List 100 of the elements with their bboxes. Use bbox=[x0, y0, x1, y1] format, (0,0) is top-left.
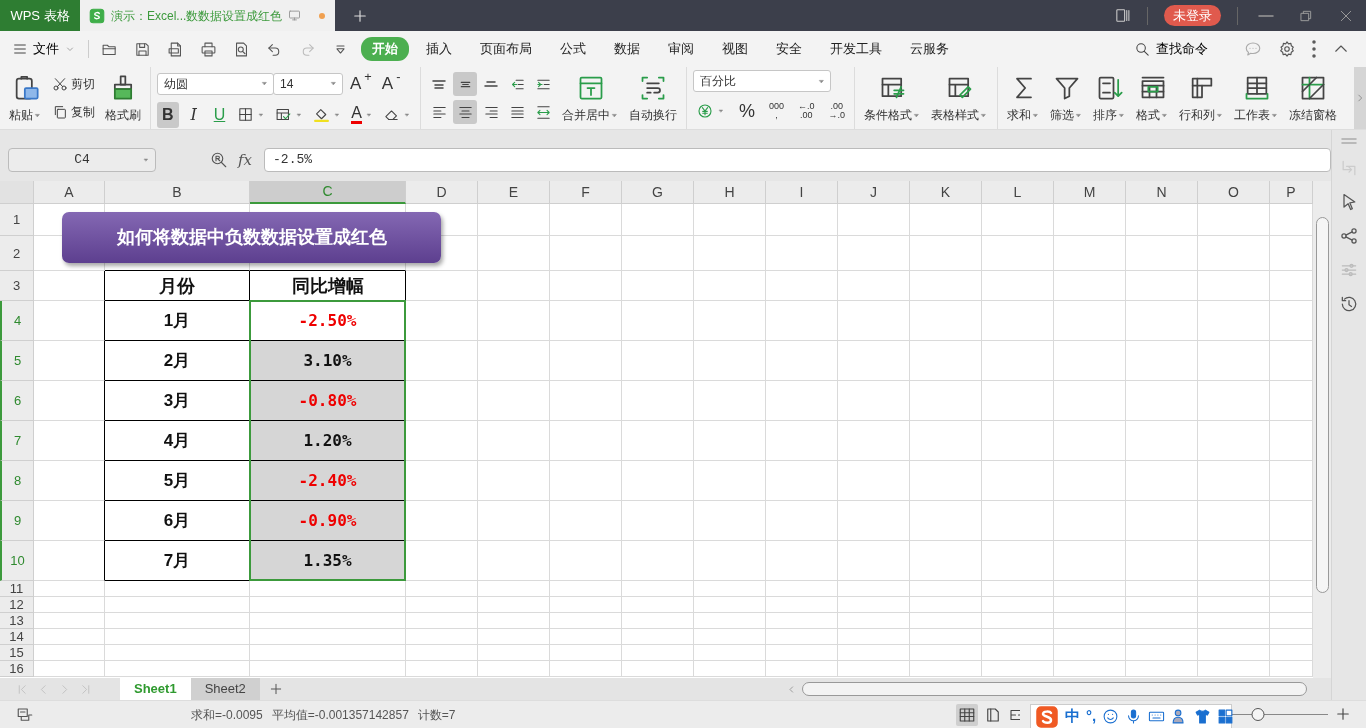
column-header[interactable]: D bbox=[406, 181, 478, 204]
rowscols-button[interactable]: 行和列 bbox=[1176, 70, 1228, 126]
table-cell: 5月 bbox=[105, 461, 250, 501]
row-header[interactable]: 9 bbox=[0, 501, 34, 541]
bold-button[interactable]: B bbox=[157, 101, 179, 128]
column-header[interactable]: M bbox=[1054, 181, 1126, 204]
grow-font-button[interactable]: A$^{+}$ bbox=[347, 70, 375, 98]
formula-field[interactable]: -2.5% bbox=[264, 148, 1331, 172]
column-header[interactable]: H bbox=[694, 181, 766, 204]
percent-button[interactable]: % bbox=[736, 96, 758, 126]
tablet-mode-button[interactable] bbox=[1114, 7, 1131, 24]
row-header[interactable]: 3 bbox=[0, 271, 34, 301]
copy-button[interactable]: 复制 bbox=[49, 102, 98, 122]
column-header[interactable]: L bbox=[982, 181, 1054, 204]
name-box[interactable]: C4 bbox=[8, 148, 156, 172]
font-name-select[interactable]: 幼圆 bbox=[157, 72, 274, 95]
column-header[interactable]: J bbox=[838, 181, 910, 204]
number-format-select[interactable]: 百分比 bbox=[693, 70, 831, 93]
history-button[interactable] bbox=[1339, 294, 1359, 314]
status-menu-button[interactable] bbox=[16, 705, 34, 724]
ribbon-tab[interactable]: 数据 bbox=[603, 37, 651, 61]
ribbon-tab[interactable]: 视图 bbox=[711, 37, 759, 61]
row-header[interactable]: 6 bbox=[0, 381, 34, 421]
ribbon-tab[interactable]: 安全 bbox=[765, 37, 813, 61]
sheet-tab[interactable]: Sheet2 bbox=[190, 678, 260, 700]
row-header[interactable]: 16 bbox=[0, 661, 34, 677]
painter-button[interactable]: 格式刷 bbox=[102, 70, 144, 126]
print-button[interactable] bbox=[200, 40, 217, 58]
share-button[interactable] bbox=[1339, 226, 1359, 246]
sum-button[interactable]: 求和 bbox=[1004, 70, 1044, 126]
input-mode-toggle[interactable]: 中 bbox=[1065, 705, 1080, 728]
filter-button[interactable]: 筛选 bbox=[1047, 70, 1087, 126]
column-header[interactable]: I bbox=[766, 181, 838, 204]
function-button[interactable]: fx bbox=[238, 148, 253, 172]
ribbon-tab[interactable]: 云服务 bbox=[899, 37, 960, 61]
row-header[interactable]: 2 bbox=[0, 236, 34, 271]
sheet-button[interactable]: 工作表 bbox=[1231, 70, 1283, 126]
tablestyle-button[interactable]: 表格样式 bbox=[928, 70, 992, 126]
number-format-button[interactable]: ←.0 .00 bbox=[795, 101, 818, 122]
column-header[interactable]: P bbox=[1270, 181, 1313, 204]
normal-view-button[interactable] bbox=[956, 703, 978, 726]
ribbon-tab[interactable]: 开发工具 bbox=[819, 37, 893, 61]
row-header[interactable]: 12 bbox=[0, 597, 34, 613]
column-header[interactable]: B bbox=[105, 181, 250, 204]
alignment-button[interactable] bbox=[453, 72, 477, 96]
number-format-button[interactable]: 000 , bbox=[766, 101, 788, 122]
italic-button[interactable]: I bbox=[182, 101, 205, 128]
row-header[interactable]: 7 bbox=[0, 421, 34, 461]
row-header[interactable]: 5 bbox=[0, 341, 34, 381]
format-button[interactable]: 格式 bbox=[1133, 70, 1173, 126]
column-header[interactable]: K bbox=[910, 181, 982, 204]
conditional-button[interactable]: 条件格式 bbox=[861, 70, 925, 126]
slider-thumb[interactable] bbox=[1251, 708, 1265, 721]
column-header[interactable]: G bbox=[622, 181, 694, 204]
row-header[interactable]: 8 bbox=[0, 461, 34, 501]
ribbon-tab[interactable]: 审阅 bbox=[657, 37, 705, 61]
merge-button[interactable]: 合并居中 bbox=[559, 70, 622, 126]
status-statistic: 求和=-0.0095 bbox=[191, 706, 263, 724]
shrink-font-button[interactable]: A$^{-}$ bbox=[378, 70, 404, 98]
find-command-button[interactable]: 查找命令 bbox=[1130, 39, 1212, 59]
row-header[interactable]: 10 bbox=[0, 541, 34, 581]
input-mode-toggle[interactable]: °, bbox=[1086, 705, 1097, 728]
wrap-button[interactable]: 自动换行 bbox=[626, 70, 680, 126]
scrollbar-thumb[interactable] bbox=[802, 682, 1307, 696]
ribbon-tab[interactable]: 公式 bbox=[549, 37, 597, 61]
column-header[interactable]: E bbox=[478, 181, 550, 204]
ribbon-tab[interactable]: 插入 bbox=[415, 37, 463, 61]
login-button[interactable]: 未登录 bbox=[1164, 4, 1221, 27]
sort-button[interactable]: 排序 bbox=[1090, 70, 1130, 126]
caret-icon bbox=[403, 110, 411, 119]
more-button[interactable] bbox=[1312, 40, 1316, 58]
font-size-select[interactable]: 14 bbox=[273, 72, 343, 95]
alignment-button[interactable] bbox=[453, 100, 477, 124]
number-format-button[interactable]: .00 →.0 bbox=[825, 101, 849, 122]
column-header[interactable]: N bbox=[1126, 181, 1198, 204]
row-header[interactable]: 1 bbox=[0, 204, 34, 236]
row-header[interactable]: 11 bbox=[0, 581, 34, 597]
row-header[interactable]: 4 bbox=[0, 301, 34, 341]
column-header[interactable]: O bbox=[1198, 181, 1270, 204]
row-header[interactable]: 15 bbox=[0, 645, 34, 661]
column-header[interactable]: F bbox=[550, 181, 622, 204]
paste-button[interactable]: 粘贴 bbox=[6, 70, 45, 126]
formula-zoom-button[interactable] bbox=[210, 151, 228, 169]
zoom-in-button[interactable] bbox=[1334, 705, 1352, 723]
row-header[interactable]: 14 bbox=[0, 629, 34, 645]
print-preview-button[interactable] bbox=[233, 40, 250, 58]
freeze-button[interactable]: 冻结窗格 bbox=[1286, 70, 1341, 126]
file-menu-button[interactable]: 文件 bbox=[8, 39, 80, 59]
ribbon-tab[interactable]: 页面布局 bbox=[469, 37, 543, 61]
sheet-tab[interactable]: Sheet1 bbox=[120, 678, 191, 700]
font-color-button[interactable]: A bbox=[348, 104, 376, 125]
save-button[interactable] bbox=[134, 40, 151, 58]
cut-button[interactable]: 剪切 bbox=[49, 74, 98, 94]
table-cell: 1.20% bbox=[250, 421, 406, 461]
row-header[interactable]: 13 bbox=[0, 613, 34, 629]
app-tab[interactable]: WPS 表格 bbox=[0, 0, 80, 31]
column-header[interactable]: A bbox=[34, 181, 105, 204]
export-pdf-button[interactable] bbox=[167, 40, 184, 58]
settings-button[interactable] bbox=[1278, 40, 1296, 58]
scrollbar-thumb[interactable] bbox=[1316, 217, 1329, 593]
